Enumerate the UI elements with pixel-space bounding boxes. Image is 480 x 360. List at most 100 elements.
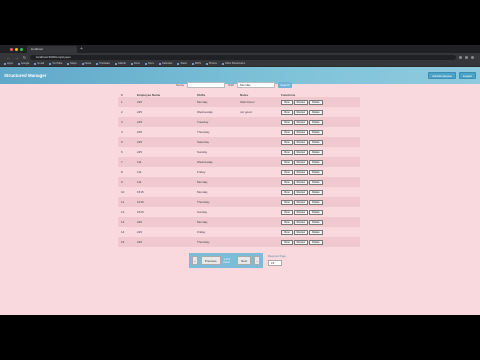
add-employee-button[interactable]: Add Employee [428, 72, 456, 79]
browser-tab[interactable]: localhost [27, 46, 77, 53]
table-row: 3 225 Tuesday View Review Delete [118, 117, 360, 127]
delete-button[interactable]: Delete [309, 189, 323, 195]
delete-button[interactable]: Delete [309, 119, 323, 125]
view-button[interactable]: View [281, 239, 293, 245]
view-button[interactable]: View [281, 169, 293, 175]
new-tab-button[interactable]: + [80, 46, 83, 53]
bookmark-item[interactable]: Calendar [158, 62, 172, 65]
extension-icon[interactable] [459, 55, 462, 59]
pagination: ‹ Previous 1 of 2 Items Next › [189, 253, 263, 268]
view-button[interactable]: View [281, 129, 293, 135]
next-page-button[interactable]: Next [236, 256, 252, 265]
rows-per-page-select[interactable]: 15 [268, 260, 282, 266]
bookmark-item[interactable]: Gmail [34, 62, 44, 65]
cell-functions: View Review Delete [278, 167, 360, 177]
delete-button[interactable]: Delete [309, 239, 323, 245]
delete-button[interactable]: Delete [309, 179, 323, 185]
view-button[interactable]: View [281, 179, 293, 185]
search-bar: Name Shift Monday Search [176, 82, 293, 88]
previous-page-button[interactable]: Previous [200, 256, 221, 265]
name-search-input[interactable] [187, 82, 226, 88]
bookmark-item[interactable]: Translate [96, 62, 110, 65]
delete-button[interactable]: Delete [309, 169, 323, 175]
address-bar[interactable]: localhost:3000/employees [30, 54, 456, 60]
cell-note [237, 167, 278, 177]
bookmark-item[interactable]: Maps [67, 62, 77, 65]
view-button[interactable]: View [281, 199, 293, 205]
delete-button[interactable]: Delete [309, 229, 323, 235]
bookmark-item[interactable]: YouTube [49, 62, 62, 65]
view-button[interactable]: View [281, 229, 293, 235]
review-button[interactable]: Review [293, 179, 309, 185]
delete-button[interactable]: Delete [309, 199, 323, 205]
bookmark-item[interactable]: Docs [144, 62, 154, 65]
app-brand[interactable]: Structured Manager [4, 73, 47, 78]
cell-name: 225 [137, 130, 143, 134]
review-button[interactable]: Review [293, 239, 309, 245]
review-button[interactable]: Review [293, 119, 309, 125]
bookmark-item[interactable]: News [81, 62, 91, 65]
review-button[interactable]: Review [293, 229, 309, 235]
chevron-left-icon[interactable]: ‹ [192, 256, 198, 265]
delete-button[interactable]: Delete [309, 99, 323, 105]
cell-note [237, 177, 278, 187]
view-button[interactable]: View [281, 119, 293, 125]
view-button[interactable]: View [281, 209, 293, 215]
review-button[interactable]: Review [293, 199, 309, 205]
view-button[interactable]: View [281, 189, 293, 195]
review-button[interactable]: Review [293, 219, 309, 225]
bookmark-item[interactable]: Google [17, 62, 29, 65]
review-button[interactable]: Review [293, 139, 309, 145]
delete-button[interactable]: Delete [309, 219, 323, 225]
bookmark-item[interactable]: Drive [130, 62, 140, 65]
cell-note: Well Done! [237, 97, 278, 107]
bookmark-item[interactable]: Other Bookmarks [221, 62, 245, 65]
bookmark-item[interactable]: GitHub [114, 62, 126, 65]
review-button[interactable]: Review [293, 169, 309, 175]
shift-search-input[interactable]: Monday [237, 82, 276, 88]
delete-button[interactable]: Delete [309, 109, 323, 115]
chevron-right-icon[interactable]: › [254, 256, 261, 265]
view-button[interactable]: View [281, 139, 293, 145]
delete-button[interactable]: Delete [309, 159, 323, 165]
delete-button[interactable]: Delete [309, 129, 323, 135]
close-window-button[interactable] [10, 47, 13, 51]
review-button[interactable]: Review [293, 109, 309, 115]
profile-icon[interactable] [465, 55, 468, 59]
cell-note [237, 187, 278, 197]
logout-button[interactable]: Logout [458, 72, 476, 79]
cell-functions: View Review Delete [278, 237, 360, 247]
row-actions: View Review Delete [281, 109, 360, 115]
review-button[interactable]: Review [293, 189, 309, 195]
maximize-window-button[interactable] [20, 47, 23, 51]
view-button[interactable]: View [281, 159, 293, 165]
delete-button[interactable]: Delete [309, 139, 323, 145]
bookmark-item[interactable]: Stack [177, 62, 187, 65]
view-button[interactable]: View [281, 99, 293, 105]
bookmark-label: Apps [7, 62, 13, 65]
minimize-window-button[interactable] [15, 47, 18, 51]
cell-functions: View Review Delete [278, 107, 360, 117]
back-icon[interactable]: ← [6, 55, 11, 60]
review-button[interactable]: Review [293, 129, 309, 135]
reload-icon[interactable]: ↻ [22, 55, 27, 60]
bookmark-item[interactable]: Photos [205, 62, 217, 65]
bookmark-item[interactable]: Apps [4, 62, 13, 65]
row-actions: View Review Delete [281, 99, 360, 105]
view-button[interactable]: View [281, 219, 293, 225]
review-button[interactable]: Review [293, 149, 309, 155]
table-row: 12 1515 Sunday View Review Delete [118, 207, 360, 217]
cell-shift: Monday [197, 190, 208, 194]
delete-button[interactable]: Delete [309, 149, 323, 155]
bookmark-item[interactable]: MDN [191, 62, 201, 65]
review-button[interactable]: Review [293, 99, 309, 105]
search-button[interactable]: Search [278, 82, 293, 88]
view-button[interactable]: View [281, 109, 293, 115]
delete-button[interactable]: Delete [309, 209, 323, 215]
forward-icon[interactable]: → [14, 55, 19, 60]
view-button[interactable]: View [281, 149, 293, 155]
menu-icon[interactable] [471, 55, 474, 59]
cell-id: 15 [118, 237, 134, 247]
review-button[interactable]: Review [293, 209, 309, 215]
review-button[interactable]: Review [293, 159, 309, 165]
